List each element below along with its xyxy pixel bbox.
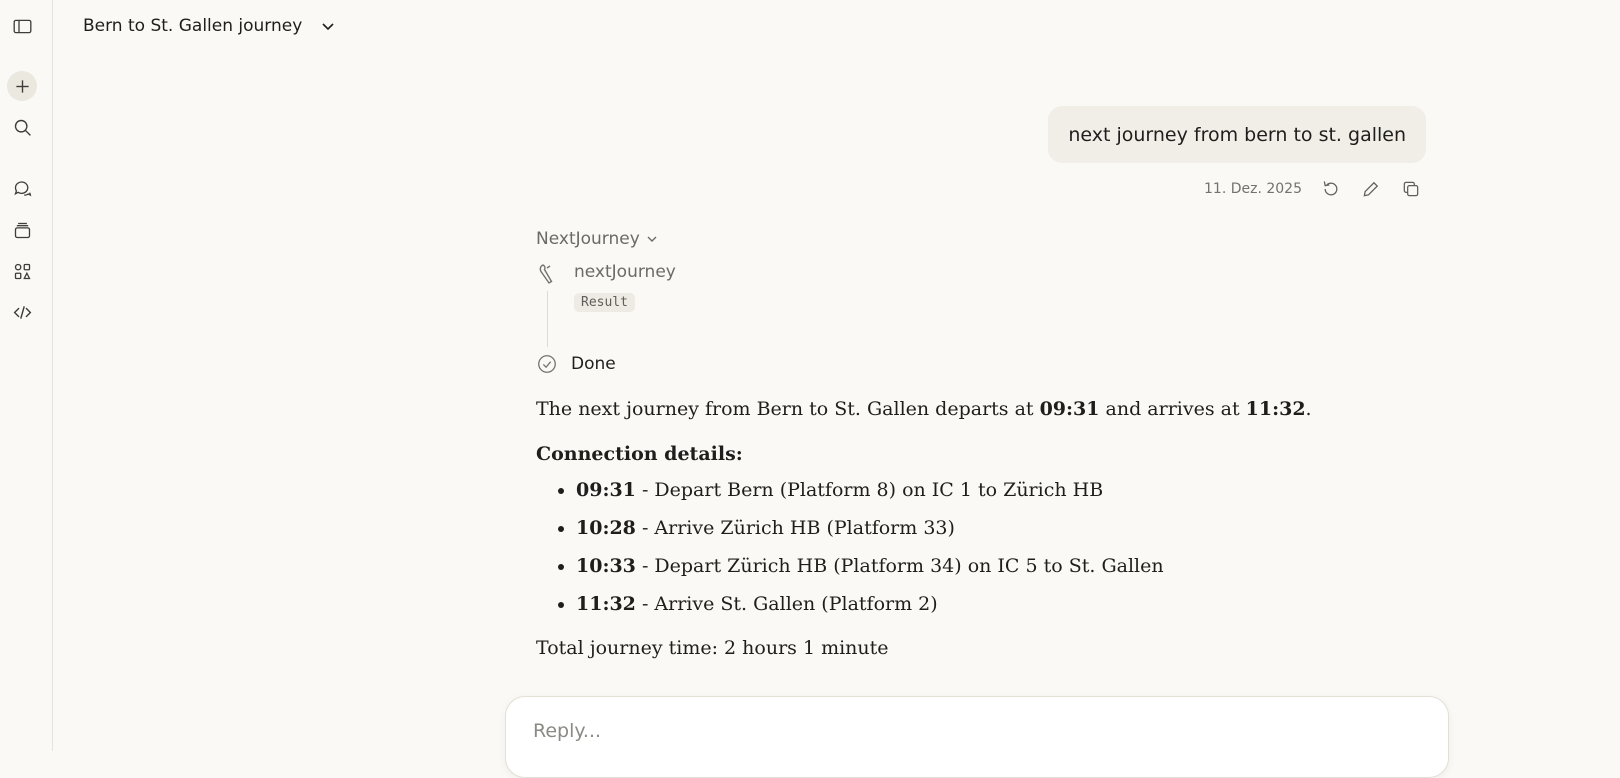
item-time: 10:28 xyxy=(576,517,636,539)
connection-list: 09:31 - Depart Bern (Platform 8) on IC 1… xyxy=(536,477,1456,617)
retry-icon xyxy=(1323,181,1338,196)
item-time: 09:31 xyxy=(576,479,636,501)
user-message: next journey from bern to st. gallen xyxy=(1048,106,1426,163)
composer xyxy=(505,696,1449,778)
chevron-down-icon xyxy=(322,23,334,31)
artifacts-icon xyxy=(14,263,31,279)
check-circle-icon xyxy=(538,355,556,373)
code-icon xyxy=(13,305,31,319)
summary-suffix: . xyxy=(1305,398,1312,420)
list-item: 11:32 - Arrive St. Gallen (Platform 2) xyxy=(576,591,1456,617)
tool-group-toggle[interactable]: NextJourney xyxy=(536,225,1456,253)
assistant-answer: The next journey from Bern to St. Gallen… xyxy=(536,396,1456,661)
item-text: - Depart Zürich HB (Platform 34) on IC 5… xyxy=(635,555,1164,577)
result-chip[interactable]: Result xyxy=(574,293,635,312)
new-chat-button[interactable] xyxy=(7,71,37,101)
details-heading: Connection details: xyxy=(536,443,743,465)
conversation-title-menu[interactable]: Bern to St. Gallen journey xyxy=(83,14,336,38)
search-button[interactable] xyxy=(7,112,37,142)
wrench-icon xyxy=(539,264,553,284)
item-text: - Arrive Zürich HB (Platform 33) xyxy=(635,517,955,539)
conversation-title: Bern to St. Gallen journey xyxy=(83,16,303,36)
sidebar-toggle-button[interactable] xyxy=(7,11,37,41)
artifacts-button[interactable] xyxy=(7,256,37,286)
total-journey-time: Total journey time: 2 hours 1 minute xyxy=(536,637,889,659)
assistant-message: NextJourney nextJourney Result Done The … xyxy=(536,225,1456,661)
answer-summary: The next journey from Bern to St. Gallen… xyxy=(536,396,1456,422)
item-text: - Arrive St. Gallen (Platform 2) xyxy=(635,593,938,615)
tool-group-label: NextJourney xyxy=(536,229,640,249)
new-chat-icon xyxy=(15,79,29,93)
chats-button[interactable] xyxy=(7,173,37,203)
chats-icon xyxy=(13,180,31,196)
copy-icon xyxy=(1403,181,1419,197)
sidebar xyxy=(0,0,53,751)
sidebar-toggle-icon xyxy=(13,19,31,33)
message-actions: 11. Dez. 2025 xyxy=(1204,176,1422,202)
user-message-text: next journey from bern to st. gallen xyxy=(1068,123,1406,146)
summary-middle: and arrives at xyxy=(1099,398,1246,420)
search-icon xyxy=(14,119,31,136)
item-text: - Depart Bern (Platform 8) on IC 1 to Zü… xyxy=(635,479,1104,501)
reply-input[interactable] xyxy=(531,715,1395,747)
list-item: 10:28 - Arrive Zürich HB (Platform 33) xyxy=(576,515,1456,541)
timeline-line xyxy=(547,291,548,347)
edit-button[interactable] xyxy=(1360,178,1382,200)
list-item: 10:33 - Depart Zürich HB (Platform 34) o… xyxy=(576,553,1456,579)
code-button[interactable] xyxy=(7,297,37,327)
tool-call-step: nextJourney Result xyxy=(536,261,1456,347)
item-time: 10:33 xyxy=(576,555,636,577)
retry-button[interactable] xyxy=(1320,178,1342,200)
summary-depart-time: 09:31 xyxy=(1039,398,1100,420)
chevron-down-icon xyxy=(647,236,657,242)
projects-icon xyxy=(14,222,30,238)
done-label: Done xyxy=(571,354,616,374)
summary-prefix: The next journey from Bern to St. Gallen… xyxy=(536,398,1040,420)
message-date: 11. Dez. 2025 xyxy=(1204,181,1302,197)
tool-name: nextJourney xyxy=(574,262,676,282)
item-time: 11:32 xyxy=(576,593,636,615)
copy-button[interactable] xyxy=(1400,178,1422,200)
list-item: 09:31 - Depart Bern (Platform 8) on IC 1… xyxy=(576,477,1456,503)
summary-arrive-time: 11:32 xyxy=(1245,398,1306,420)
done-step: Done xyxy=(536,351,1456,377)
pencil-icon xyxy=(1363,181,1379,197)
projects-button[interactable] xyxy=(7,215,37,245)
